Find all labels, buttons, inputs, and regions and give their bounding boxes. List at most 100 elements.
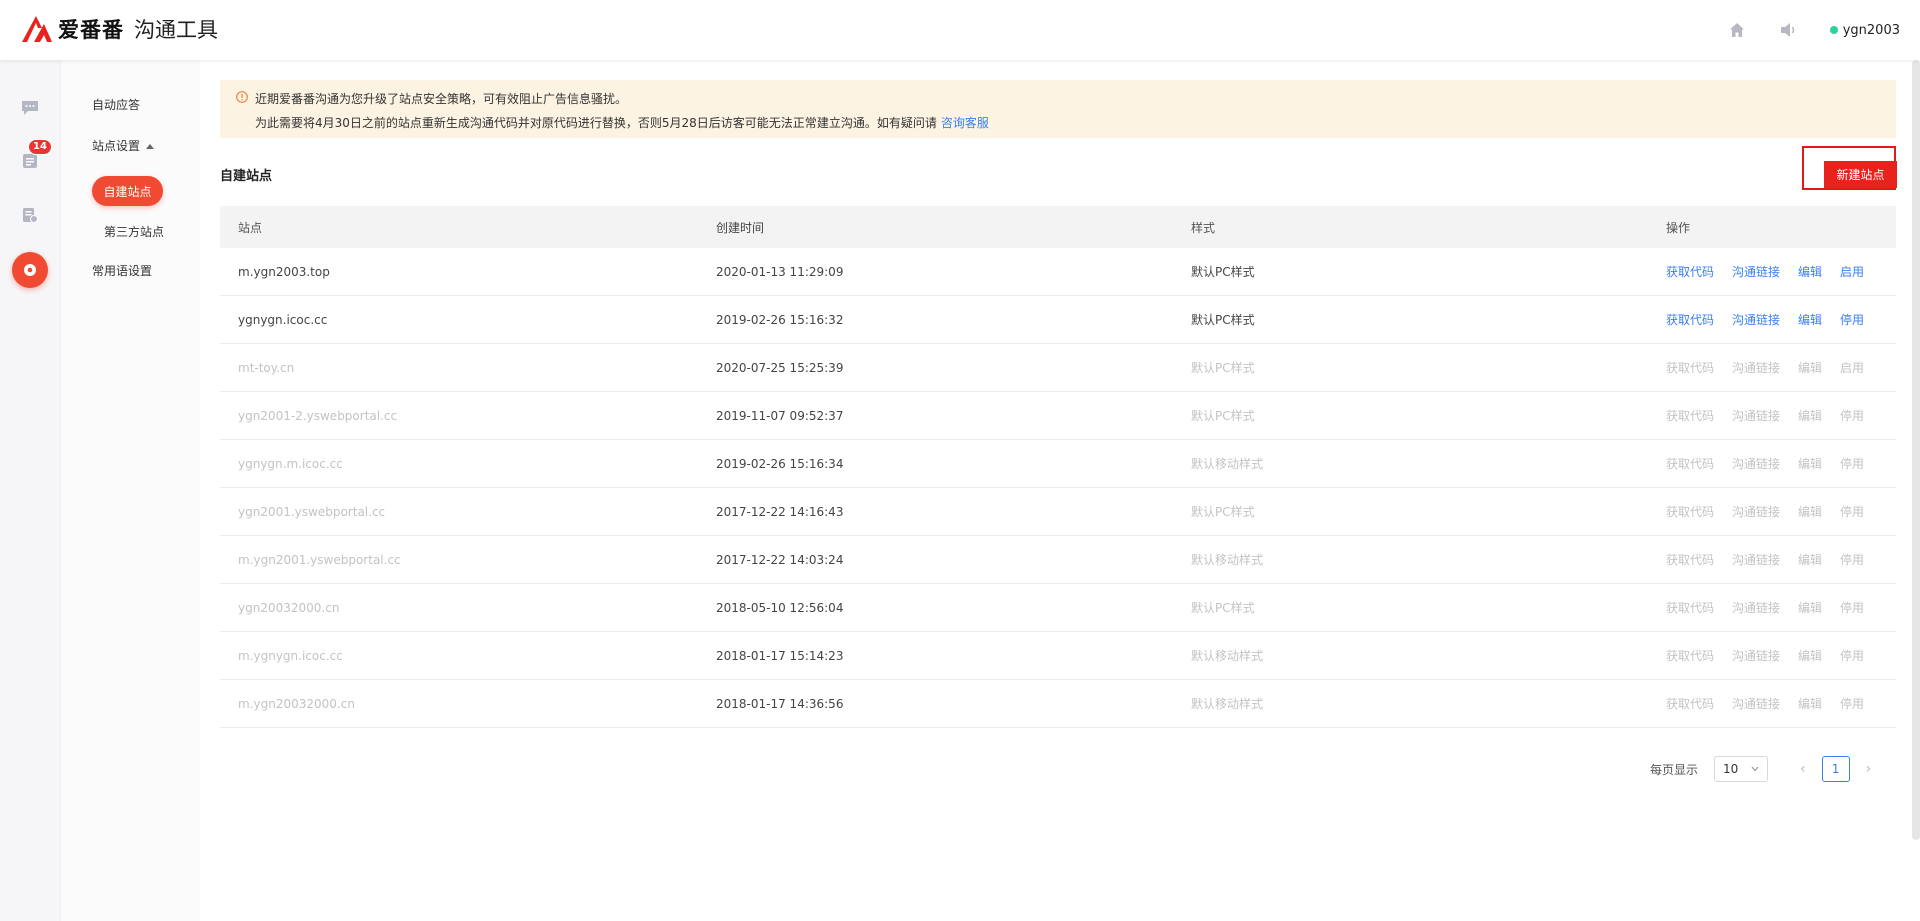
page-size-select[interactable]: 10 <box>1714 756 1769 782</box>
chat-link-link[interactable]: 沟通链接 <box>1732 311 1780 328</box>
created-time: 2017-12-22 14:16:43 <box>716 504 844 519</box>
settings-icon[interactable] <box>12 252 48 288</box>
table-row: m.ygnygn.icoc.cc 2018-01-17 15:14:23 默认移动样… <box>220 632 1896 680</box>
site-style: 默认PC样式 <box>1191 505 1255 519</box>
get-code-link[interactable]: 获取代码 <box>1666 407 1714 424</box>
get-code-link[interactable]: 获取代码 <box>1666 695 1714 712</box>
site-domain: ygnygn.icoc.cc <box>238 312 328 327</box>
row-actions: 获取代码 沟通链接 编辑 启用 <box>1666 248 1882 295</box>
table-row: ygnygn.m.icoc.cc 2019-02-26 15:16:34 默认移动样… <box>220 440 1896 488</box>
get-code-link[interactable]: 获取代码 <box>1666 311 1714 328</box>
chat-link-link[interactable]: 沟通链接 <box>1732 503 1780 520</box>
page-number-current[interactable]: 1 <box>1821 756 1850 782</box>
row-actions: 获取代码 沟通链接 编辑 启用 <box>1666 344 1882 391</box>
toggle-status-link[interactable]: 停用 <box>1840 311 1864 328</box>
site-style: 默认移动样式 <box>1191 553 1264 567</box>
site-style: 默认PC样式 <box>1191 313 1255 327</box>
logo[interactable]: 爱番番 沟通工具 <box>20 14 218 44</box>
warning-icon <box>236 91 248 103</box>
subnav-third-party-sites[interactable]: 第三方站点 <box>104 223 164 240</box>
page-size-value: 10 <box>1723 762 1739 776</box>
get-code-link[interactable]: 获取代码 <box>1666 647 1714 664</box>
created-time: 2018-01-17 14:36:56 <box>716 696 844 711</box>
table-row: ygnygn.icoc.cc 2019-02-26 15:16:32 默认PC样式 获… <box>220 296 1896 344</box>
pagination: 每页显示 10 ‹ 1 › <box>1650 755 1871 783</box>
chevron-down-icon <box>1751 766 1759 772</box>
edit-link[interactable]: 编辑 <box>1798 695 1822 712</box>
subnav-self-built-sites[interactable]: 自建站点 <box>92 176 163 206</box>
edit-link[interactable]: 编辑 <box>1798 647 1822 664</box>
created-time: 2020-01-13 11:29:09 <box>716 264 844 279</box>
toggle-status-link[interactable]: 停用 <box>1840 503 1864 520</box>
username[interactable]: ygn2003 <box>1843 23 1900 38</box>
edit-link[interactable]: 编辑 <box>1798 311 1822 328</box>
next-page-icon[interactable]: › <box>1866 761 1872 777</box>
site-domain: ygn2001.yswebportal.cc <box>238 504 386 519</box>
chat-link-link[interactable]: 沟通链接 <box>1732 647 1780 664</box>
created-time: 2019-11-07 09:52:37 <box>716 408 844 423</box>
chat-link-link[interactable]: 沟通链接 <box>1732 695 1780 712</box>
get-code-link[interactable]: 获取代码 <box>1666 359 1714 376</box>
site-domain: m.ygnygn.icoc.cc <box>238 648 343 663</box>
subnav-site-settings-label: 站点设置 <box>92 139 141 153</box>
site-style: 默认PC样式 <box>1191 409 1255 423</box>
chat-link-link[interactable]: 沟通链接 <box>1732 263 1780 280</box>
prev-page-icon[interactable]: ‹ <box>1800 761 1806 777</box>
sites-table: 站点 创建时间 样式 操作 m.ygn2003.top 2020-01-13 11… <box>220 206 1896 728</box>
notice-line-2: 为此需要将4月30日之前的站点重新生成沟通代码并对原代码进行替换，否则5月28日… <box>255 114 989 131</box>
subnav-common-phrases[interactable]: 常用语设置 <box>92 262 152 279</box>
toggle-status-link[interactable]: 停用 <box>1840 407 1864 424</box>
chat-link-link[interactable]: 沟通链接 <box>1732 407 1780 424</box>
toggle-status-link[interactable]: 停用 <box>1840 455 1864 472</box>
speaker-icon[interactable] <box>1778 19 1800 41</box>
report-icon[interactable] <box>15 200 45 230</box>
list-icon[interactable]: 14 <box>15 139 52 176</box>
created-time: 2017-12-22 14:03:24 <box>716 552 844 567</box>
new-site-button[interactable]: 新建站点 <box>1824 161 1897 188</box>
site-domain: ygnygn.m.icoc.cc <box>238 456 343 471</box>
contact-support-link[interactable]: 咨询客服 <box>941 116 989 130</box>
created-time: 2019-02-26 15:16:34 <box>716 456 844 471</box>
get-code-link[interactable]: 获取代码 <box>1666 551 1714 568</box>
site-domain: mt-toy.cn <box>238 360 295 375</box>
column-header-created-time: 创建时间 <box>716 220 765 235</box>
site-style: 默认移动样式 <box>1191 649 1264 663</box>
chat-link-link[interactable]: 沟通链接 <box>1732 359 1780 376</box>
home-icon[interactable] <box>1726 19 1748 41</box>
edit-link[interactable]: 编辑 <box>1798 551 1822 568</box>
site-domain: m.ygn20032000.cn <box>238 696 355 711</box>
unread-badge: 14 <box>28 139 52 155</box>
toggle-status-link[interactable]: 停用 <box>1840 551 1864 568</box>
caret-up-icon <box>146 144 155 149</box>
edit-link[interactable]: 编辑 <box>1798 599 1822 616</box>
chat-link-link[interactable]: 沟通链接 <box>1732 551 1780 568</box>
get-code-link[interactable]: 获取代码 <box>1666 455 1714 472</box>
toggle-status-link[interactable]: 停用 <box>1840 695 1864 712</box>
toggle-status-link[interactable]: 停用 <box>1840 599 1864 616</box>
get-code-link[interactable]: 获取代码 <box>1666 599 1714 616</box>
edit-link[interactable]: 编辑 <box>1798 455 1822 472</box>
subnav-auto-reply[interactable]: 自动应答 <box>92 96 140 113</box>
edit-link[interactable]: 编辑 <box>1798 359 1822 376</box>
toggle-status-link[interactable]: 启用 <box>1840 359 1864 376</box>
row-actions: 获取代码 沟通链接 编辑 停用 <box>1666 536 1882 583</box>
site-style: 默认PC样式 <box>1191 265 1255 279</box>
created-time: 2018-05-10 12:56:04 <box>716 600 844 615</box>
edit-link[interactable]: 编辑 <box>1798 503 1822 520</box>
online-status-dot <box>1829 26 1838 34</box>
table-row: ygn20032000.cn 2018-05-10 12:56:04 默认PC样式 获… <box>220 584 1896 632</box>
edit-link[interactable]: 编辑 <box>1798 263 1822 280</box>
chat-link-link[interactable]: 沟通链接 <box>1732 455 1780 472</box>
toggle-status-link[interactable]: 停用 <box>1840 647 1864 664</box>
table-row: m.ygn20032000.cn 2018-01-17 14:36:56 默认移动样… <box>220 680 1896 728</box>
chat-link-link[interactable]: 沟通链接 <box>1732 599 1780 616</box>
get-code-link[interactable]: 获取代码 <box>1666 503 1714 520</box>
toggle-status-link[interactable]: 启用 <box>1840 263 1864 280</box>
created-time: 2019-02-26 15:16:32 <box>716 312 844 327</box>
subnav-site-settings[interactable]: 站点设置 <box>92 137 155 154</box>
created-time: 2018-01-17 15:14:23 <box>716 648 844 663</box>
edit-link[interactable]: 编辑 <box>1798 407 1822 424</box>
scrollbar[interactable] <box>1912 60 1920 840</box>
chat-icon[interactable] <box>15 93 45 123</box>
get-code-link[interactable]: 获取代码 <box>1666 263 1714 280</box>
